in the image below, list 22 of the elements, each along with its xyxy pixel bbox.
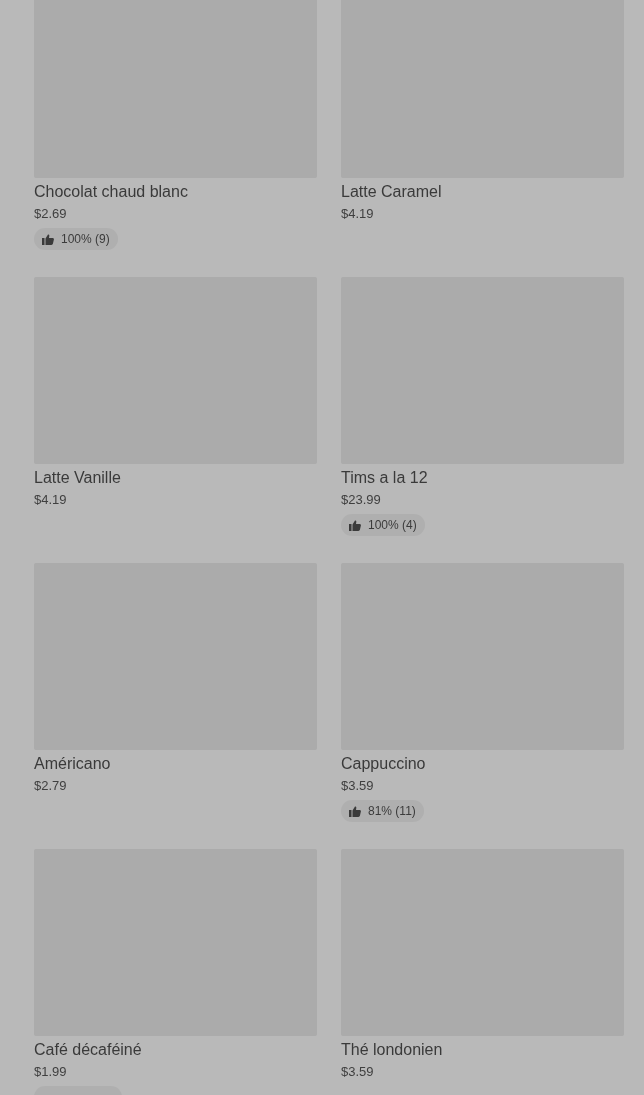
product-price: $23.99: [341, 492, 381, 508]
thumbs-up-icon: [349, 519, 361, 531]
product-price: $2.79: [34, 778, 67, 794]
rating-badge: 81% (11): [341, 800, 424, 822]
product-price: $4.19: [34, 492, 67, 508]
product-price: $3.59: [341, 778, 374, 794]
product-price: $2.69: [34, 206, 67, 222]
product-name: Latte Caramel: [341, 182, 442, 202]
product-name: Latte Vanille: [34, 468, 121, 488]
product-name: Thé londonien: [341, 1040, 443, 1060]
product-name: Tims a la 12: [341, 468, 428, 488]
product-name: Cappuccino: [341, 754, 426, 774]
thumbs-up-icon: [349, 805, 361, 817]
product-name: Café décaféiné: [34, 1040, 142, 1060]
thumbs-up-icon: [42, 233, 54, 245]
product-name: Chocolat chaud blanc: [34, 182, 188, 202]
product-price: $3.59: [341, 1064, 374, 1080]
product-price: $1.99: [34, 1064, 67, 1080]
product-price: $4.19: [341, 206, 374, 222]
rating-badge: 100% (4): [341, 514, 425, 536]
rating-badge: 100% (9): [34, 228, 118, 250]
product-name: Américano: [34, 754, 111, 774]
